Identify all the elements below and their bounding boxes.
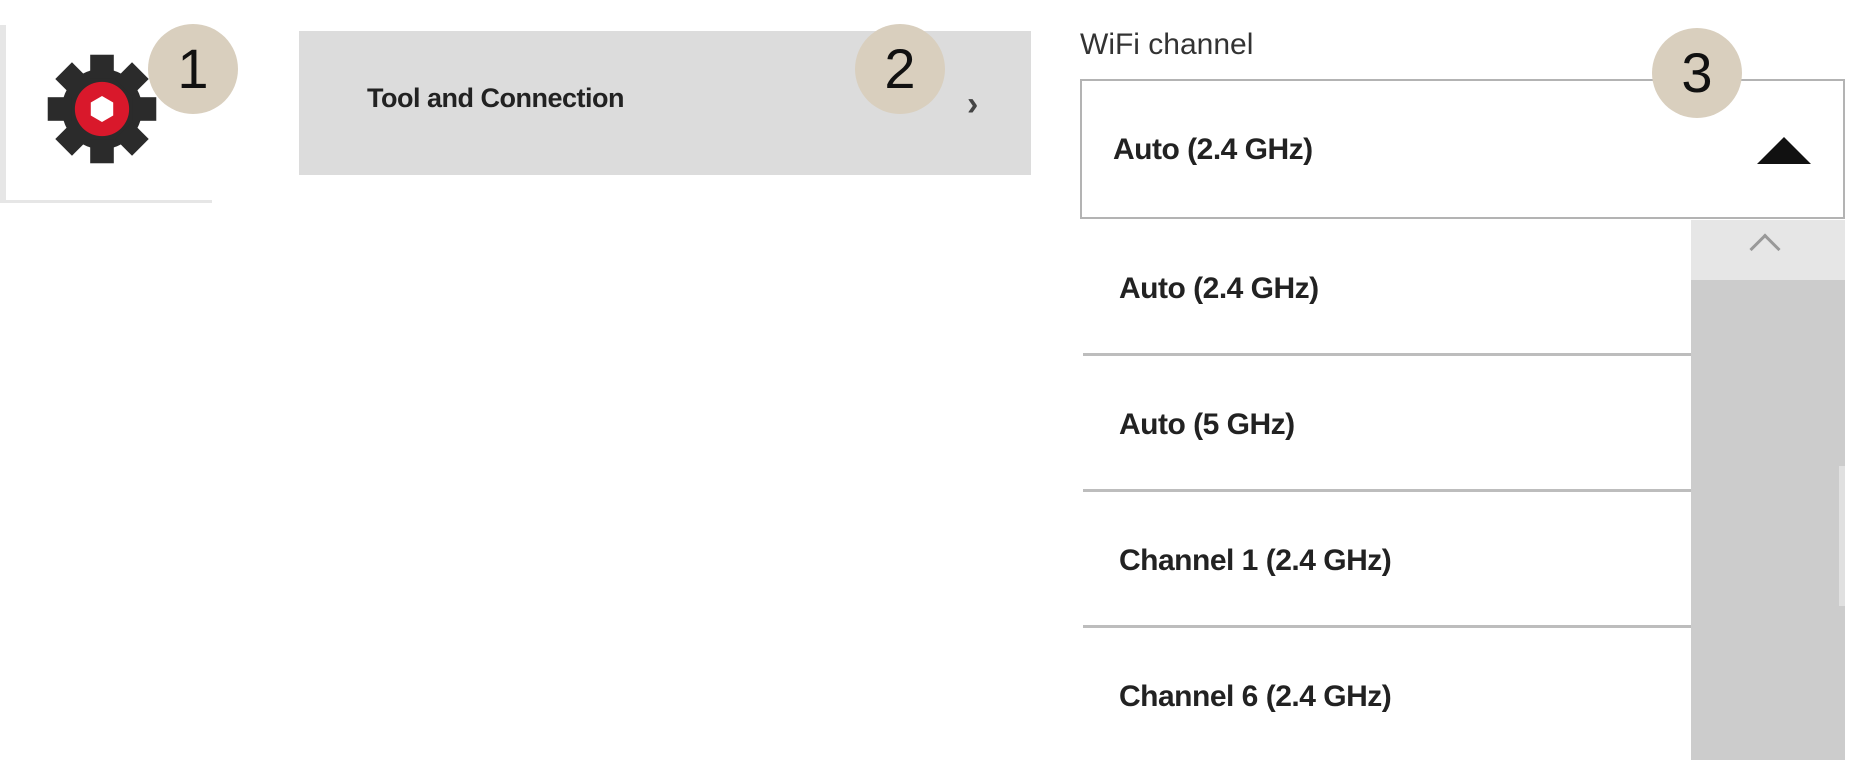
option-label: Auto (5 GHz): [1119, 408, 1295, 441]
option-label: Channel 1 (2.4 GHz): [1119, 544, 1392, 577]
caret-up-icon[interactable]: [1757, 137, 1811, 164]
screen: 1 Tool and Connection › 2 WiFi channel A…: [0, 0, 1862, 760]
option-item[interactable]: Channel 1 (2.4 GHz): [1083, 492, 1691, 628]
wifi-channel-label: WiFi channel: [1080, 28, 1254, 61]
chevron-right-icon: ›: [967, 85, 979, 123]
wifi-channel-options: Auto (2.4 GHz) Auto (5 GHz) Channel 1 (2…: [1083, 220, 1691, 760]
option-item[interactable]: Channel 6 (2.4 GHz): [1083, 628, 1691, 760]
scroll-track-edge: [1839, 466, 1845, 606]
option-label: Channel 6 (2.4 GHz): [1119, 680, 1392, 713]
chevron-up-icon: [1749, 233, 1781, 265]
selected-value: Auto (2.4 GHz): [1113, 133, 1313, 166]
scroll-up-button[interactable]: [1691, 220, 1845, 280]
options-scrollbar[interactable]: [1691, 220, 1845, 760]
option-item[interactable]: Auto (5 GHz): [1083, 356, 1691, 492]
option-label: Auto (2.4 GHz): [1119, 272, 1319, 305]
gear-icon[interactable]: [43, 50, 161, 168]
option-item[interactable]: Auto (2.4 GHz): [1083, 220, 1691, 356]
callout-badge-2: 2: [855, 24, 945, 114]
menu-item-label: Tool and Connection: [367, 83, 624, 113]
callout-badge-3: 3: [1652, 28, 1742, 118]
callout-badge-1: 1: [148, 24, 238, 114]
